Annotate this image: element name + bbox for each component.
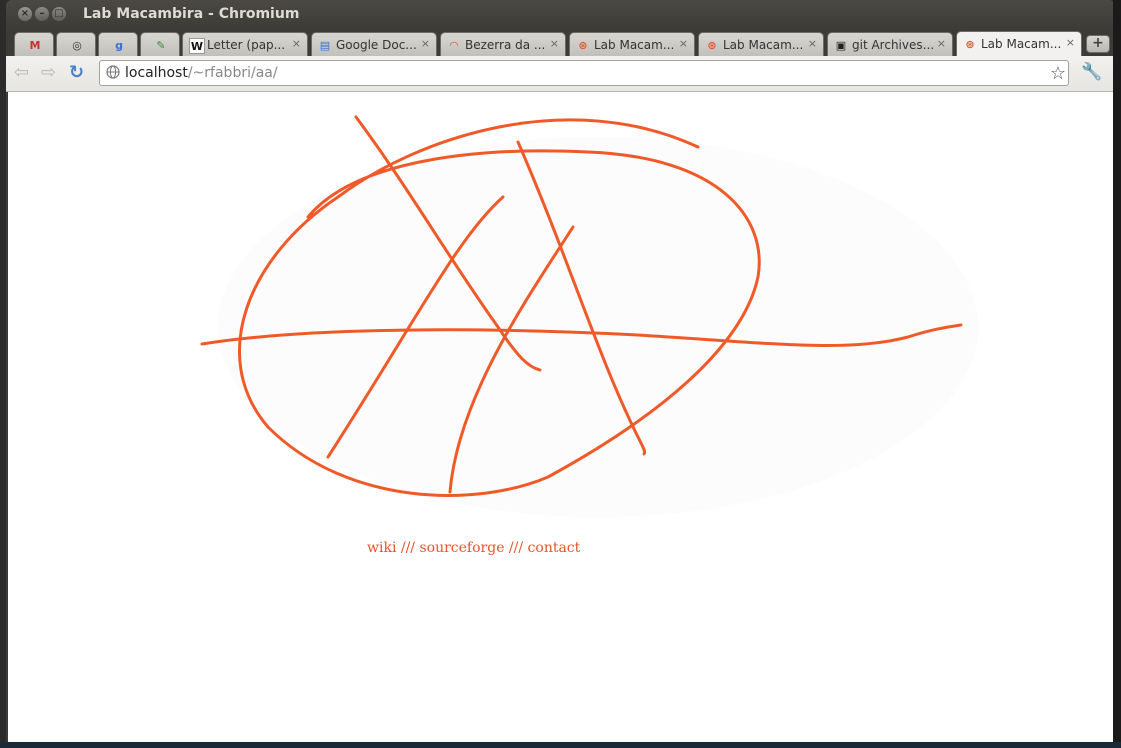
window-minimize-button[interactable]: – — [35, 7, 49, 21]
wrench-menu-icon[interactable]: 🔧 — [1081, 62, 1102, 82]
window-title: Lab Macambira - Chromium — [83, 6, 300, 22]
link-separator: /// — [396, 540, 420, 556]
browser-window: × – □ Lab Macambira - Chromium M ◎ g ✎ W… — [6, 0, 1115, 742]
browser-toolbar: ⇦ ⇨ ↻ localhost/~rfabbri/aa/ ☆ 🔧 — [6, 56, 1115, 92]
tab-gmail[interactable]: M — [14, 32, 54, 56]
url-host: localhost — [125, 65, 188, 81]
chrome-icon: ◎ — [72, 38, 82, 52]
window-close-button[interactable]: × — [18, 7, 32, 21]
bookmark-star-icon[interactable]: ☆ — [1050, 63, 1066, 84]
tab-strip: M ◎ g ✎ W Letter (pap... × ▤ Google Doc.… — [6, 29, 1115, 56]
tab-label: Lab Macam... — [981, 37, 1062, 51]
url-text: localhost/~rfabbri/aa/ — [125, 65, 278, 81]
desktop-bottom — [0, 742, 1121, 748]
docs-icon: ▤ — [319, 38, 331, 52]
tab-close-icon[interactable]: × — [550, 37, 559, 50]
wiki-link[interactable]: wiki — [367, 540, 396, 556]
forward-button[interactable]: ⇨ — [41, 62, 56, 83]
window-maximize-button[interactable]: □ — [52, 7, 66, 21]
tab-close-icon[interactable]: × — [1066, 36, 1075, 49]
tab-chrome[interactable]: ◎ — [56, 32, 96, 56]
git-icon: ▣ — [835, 38, 847, 52]
tab-git-archives[interactable]: ▣ git Archives... × — [827, 32, 953, 56]
tab-close-icon[interactable]: × — [937, 37, 946, 50]
macambira-icon: ⊛ — [578, 38, 588, 52]
tab-label: Lab Macam... — [723, 38, 804, 52]
url-path: /~rfabbri/aa/ — [187, 65, 278, 81]
macambira-icon: ⊛ — [707, 38, 717, 52]
tab-google[interactable]: g — [98, 32, 138, 56]
desktop-edge — [1113, 0, 1121, 748]
page-content: wiki /// sourceforge /// contact — [8, 92, 1113, 742]
tab-close-icon[interactable]: × — [421, 37, 430, 50]
tab-google-docs[interactable]: ▤ Google Doc... × — [311, 32, 437, 56]
google-icon: g — [115, 38, 123, 52]
tab-letter[interactable]: W Letter (pap... × — [182, 32, 308, 56]
tab-lab-macambira-1[interactable]: ⊛ Lab Macam... × — [569, 32, 695, 56]
new-tab-button[interactable]: + — [1086, 35, 1110, 53]
tab-label: Letter (pap... — [207, 38, 286, 52]
globe-icon — [106, 65, 120, 79]
tab-label: git Archives... — [852, 38, 935, 52]
back-button[interactable]: ⇦ — [14, 62, 29, 83]
address-bar[interactable]: localhost/~rfabbri/aa/ ☆ — [99, 60, 1069, 86]
footer-links: wiki /// sourceforge /// contact — [367, 540, 580, 556]
tab-label: Lab Macam... — [594, 38, 675, 52]
macambira-icon: ⊛ — [965, 37, 975, 51]
tab-close-icon[interactable]: × — [679, 37, 688, 50]
pencil-icon: ✎ — [156, 38, 166, 52]
tab-label: Google Doc... — [336, 38, 417, 52]
tab-label: Bezerra da ... — [465, 38, 546, 52]
lab-macambira-logo — [200, 115, 978, 517]
sourceforge-link[interactable]: sourceforge — [419, 540, 504, 556]
tab-lab-macambira-2[interactable]: ⊛ Lab Macam... × — [698, 32, 824, 56]
contact-link[interactable]: contact — [528, 540, 581, 556]
wikipedia-icon: W — [189, 38, 205, 54]
tab-lab-macambira-active[interactable]: ⊛ Lab Macam... × — [956, 31, 1082, 56]
tab-close-icon[interactable]: × — [808, 37, 817, 50]
title-bar: × – □ Lab Macambira - Chromium — [6, 0, 1115, 30]
tab-bezerra[interactable]: ◠ Bezerra da ... × — [440, 32, 566, 56]
link-separator: /// — [504, 540, 528, 556]
tab-close-icon[interactable]: × — [292, 37, 301, 50]
arc-icon: ◠ — [449, 38, 459, 52]
gmail-icon: M — [29, 38, 41, 52]
tab-pencil[interactable]: ✎ — [140, 32, 180, 56]
reload-button[interactable]: ↻ — [69, 62, 84, 83]
